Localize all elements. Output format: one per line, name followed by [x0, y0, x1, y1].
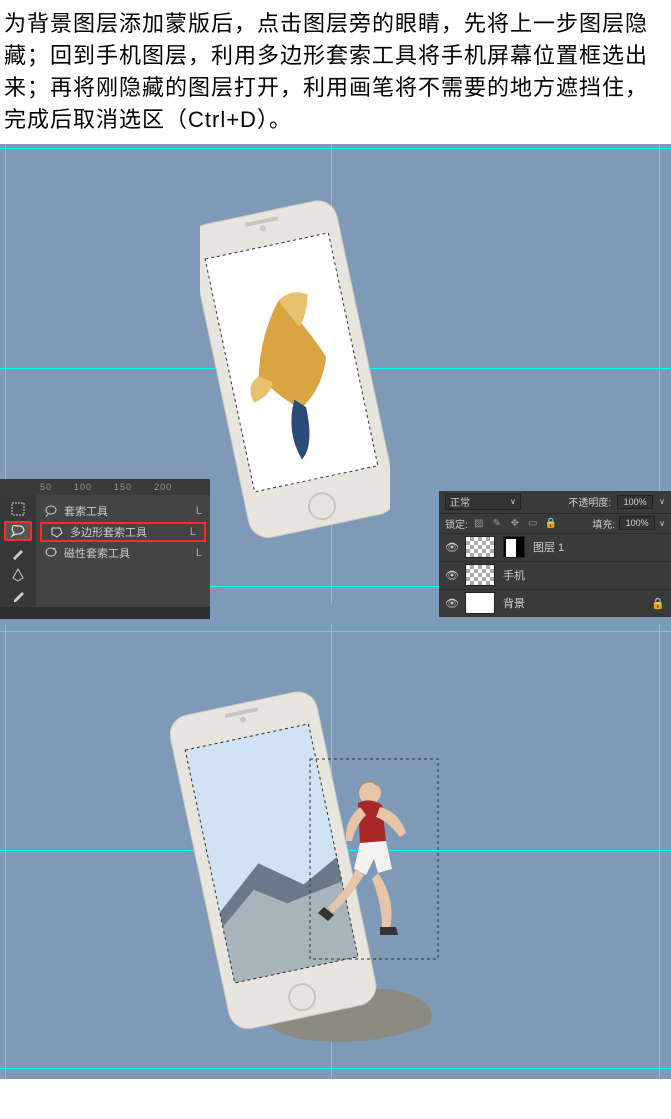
lasso-tool-icon[interactable] [4, 521, 32, 541]
guide-line [659, 624, 660, 1079]
ruler-mark: 150 [114, 482, 132, 492]
lasso-tool-item[interactable]: 套索工具 L [36, 501, 210, 521]
magnetic-lasso-tool-item[interactable]: 磁性套索工具 L [36, 543, 210, 563]
chevron-down-icon: ∨ [659, 519, 665, 528]
marquee-tool-icon[interactable] [4, 499, 32, 519]
layer-thumbnail [465, 536, 495, 558]
layer-mask-thumbnail [503, 536, 525, 558]
lock-pixels-icon[interactable]: ✎ [490, 516, 504, 530]
fill-input[interactable]: 100% [619, 516, 655, 530]
guide-line [5, 624, 6, 1079]
ruler-mark: 200 [154, 482, 172, 492]
chevron-down-icon: ∨ [659, 497, 665, 506]
instruction-text: 为背景图层添加蒙版后，点击图层旁的眼睛，先将上一步图层隐藏；回到手机图层，利用多… [0, 0, 671, 144]
guide-line [0, 631, 671, 632]
tool-strip [0, 495, 36, 607]
canvas-area: 50 100 150 200 [0, 144, 671, 1079]
blend-mode-value: 正常 [450, 494, 470, 509]
blend-mode-select[interactable]: 正常 ∨ [445, 494, 521, 510]
pen-tool-icon[interactable] [4, 565, 32, 585]
lock-all-icon[interactable]: 🔒 [544, 516, 558, 530]
eyedropper-tool-icon[interactable] [4, 587, 32, 607]
layer-name: 图层 1 [533, 539, 564, 555]
layer-item[interactable]: 👁 手机 [439, 561, 671, 589]
opacity-input[interactable]: 100% [617, 495, 653, 509]
layer-thumbnail [465, 564, 495, 586]
ruler-mark: 50 [40, 482, 52, 492]
menu-shortcut: L [190, 526, 196, 538]
ruler: 50 100 150 200 [0, 479, 210, 495]
opacity-label: 不透明度: [568, 494, 611, 509]
phone-mockup-bottom [170, 679, 460, 1069]
ruler-mark: 100 [74, 482, 92, 492]
lock-artboard-icon[interactable]: ▭ [526, 516, 540, 530]
lasso-flyout-menu: 套索工具 L 多边形套索工具 L 磁性套索工具 L [36, 495, 210, 607]
layers-panel: 正常 ∨ 不透明度: 100% ∨ 锁定: ▨ ✎ ✥ ▭ 🔒 填充: 100%… [439, 491, 671, 617]
lock-icon: 🔒 [651, 597, 665, 610]
menu-label: 磁性套索工具 [64, 545, 130, 561]
polygonal-lasso-tool-item[interactable]: 多边形套索工具 L [40, 522, 206, 542]
visibility-toggle-icon[interactable]: 👁 [445, 541, 457, 554]
layer-thumbnail [465, 592, 495, 614]
lock-position-icon[interactable]: ✥ [508, 516, 522, 530]
phone-mockup-top [200, 199, 390, 559]
chevron-down-icon: ∨ [510, 497, 516, 506]
lock-label: 锁定: [445, 516, 468, 531]
layer-name: 手机 [503, 567, 525, 583]
menu-label: 多边形套索工具 [70, 524, 147, 540]
menu-shortcut: L [196, 547, 202, 559]
layer-item[interactable]: 👁 背景 🔒 [439, 589, 671, 617]
brush-tool-icon[interactable] [4, 543, 32, 563]
tool-panel: 50 100 150 200 [0, 479, 210, 619]
lock-transparency-icon[interactable]: ▨ [472, 516, 486, 530]
visibility-toggle-icon[interactable]: 👁 [445, 597, 457, 610]
guide-line [0, 148, 671, 149]
layer-name: 背景 [503, 595, 525, 611]
menu-label: 套索工具 [64, 503, 108, 519]
fill-label: 填充: [592, 516, 615, 531]
visibility-toggle-icon[interactable]: 👁 [445, 569, 457, 582]
layer-item[interactable]: 👁 图层 1 [439, 533, 671, 561]
menu-shortcut: L [196, 505, 202, 517]
